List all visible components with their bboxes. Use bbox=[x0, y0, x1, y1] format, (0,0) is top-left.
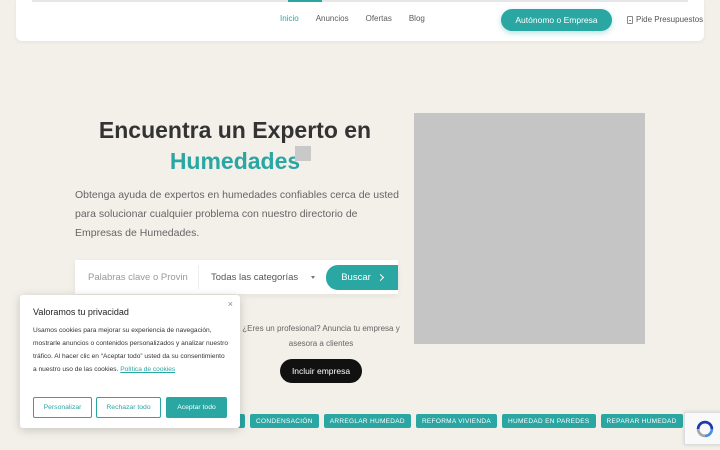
search-button[interactable]: Buscar bbox=[326, 265, 398, 290]
chevron-right-icon bbox=[376, 273, 384, 282]
hero-title: Encuentra un Experto en Humedades bbox=[75, 115, 395, 177]
active-nav-indicator bbox=[288, 0, 322, 2]
cookie-title: Valoramos tu privacidad bbox=[33, 307, 129, 317]
cookie-policy-link[interactable]: Política de cookies bbox=[120, 366, 175, 373]
title-decoration-square bbox=[295, 146, 311, 161]
recaptcha-badge[interactable] bbox=[684, 412, 720, 445]
close-icon[interactable]: × bbox=[228, 299, 233, 309]
nav-item-blog[interactable]: Blog bbox=[409, 14, 425, 23]
header-top-line bbox=[32, 0, 688, 2]
tag-chip[interactable]: REPARAR HUMEDAD bbox=[600, 414, 683, 428]
caret-down-icon bbox=[311, 276, 315, 279]
search-divider bbox=[198, 265, 199, 289]
tag-list: CONDENSACIÓN ARREGLAR HUMEDAD REFORMA VI… bbox=[222, 414, 683, 428]
site-header: Inicio Anuncios Ofertas Blog Autónomo o … bbox=[16, 0, 704, 41]
tag-chip[interactable]: ARREGLAR HUMEDAD bbox=[323, 414, 411, 428]
pide-presupuestos-link[interactable]: Pide Presupuestos bbox=[627, 15, 703, 24]
hero-title-line1: Encuentra un Experto en bbox=[98, 117, 372, 143]
autonomo-empresa-button[interactable]: Autónomo o Empresa bbox=[501, 9, 612, 31]
nav-item-anuncios[interactable]: Anuncios bbox=[316, 14, 349, 23]
nav-item-ofertas[interactable]: Ofertas bbox=[366, 14, 392, 23]
accept-all-button[interactable]: Aceptar todo bbox=[166, 397, 227, 418]
hero-image-placeholder bbox=[414, 113, 645, 344]
customize-button[interactable]: Personalizar bbox=[33, 397, 92, 418]
main-nav: Inicio Anuncios Ofertas Blog bbox=[280, 14, 442, 23]
search-button-label: Buscar bbox=[341, 272, 371, 283]
tag-chip[interactable]: CONDENSACIÓN bbox=[250, 414, 319, 428]
pro-prompt-text: ¿Eres un profesional? Anuncia tu empresa… bbox=[242, 324, 400, 348]
search-bar: Todas las categorías Buscar bbox=[75, 260, 398, 294]
cookie-description: Usamos cookies para mejorar su experienc… bbox=[33, 324, 228, 376]
pide-presupuestos-label: Pide Presupuestos bbox=[636, 15, 704, 24]
nav-item-inicio[interactable]: Inicio bbox=[280, 14, 299, 23]
recaptcha-icon bbox=[696, 420, 713, 437]
incluir-empresa-button[interactable]: Incluir empresa bbox=[280, 359, 362, 383]
reject-all-button[interactable]: Rechazar todo bbox=[96, 397, 161, 418]
document-icon bbox=[627, 15, 633, 24]
hero-description: Obtenga ayuda de expertos en humedades c… bbox=[75, 189, 399, 239]
hero-title-accent: Humedades bbox=[169, 148, 301, 174]
tag-chip[interactable]: HUMEDAD EN PAREDES bbox=[502, 414, 596, 428]
tag-chip[interactable]: REFORMA VIVIENDA bbox=[415, 414, 498, 428]
category-select[interactable]: Todas las categorías bbox=[211, 272, 298, 283]
keyword-search-input[interactable] bbox=[75, 260, 197, 294]
cookie-consent-banner: Valoramos tu privacidad × Usamos cookies… bbox=[20, 295, 240, 428]
